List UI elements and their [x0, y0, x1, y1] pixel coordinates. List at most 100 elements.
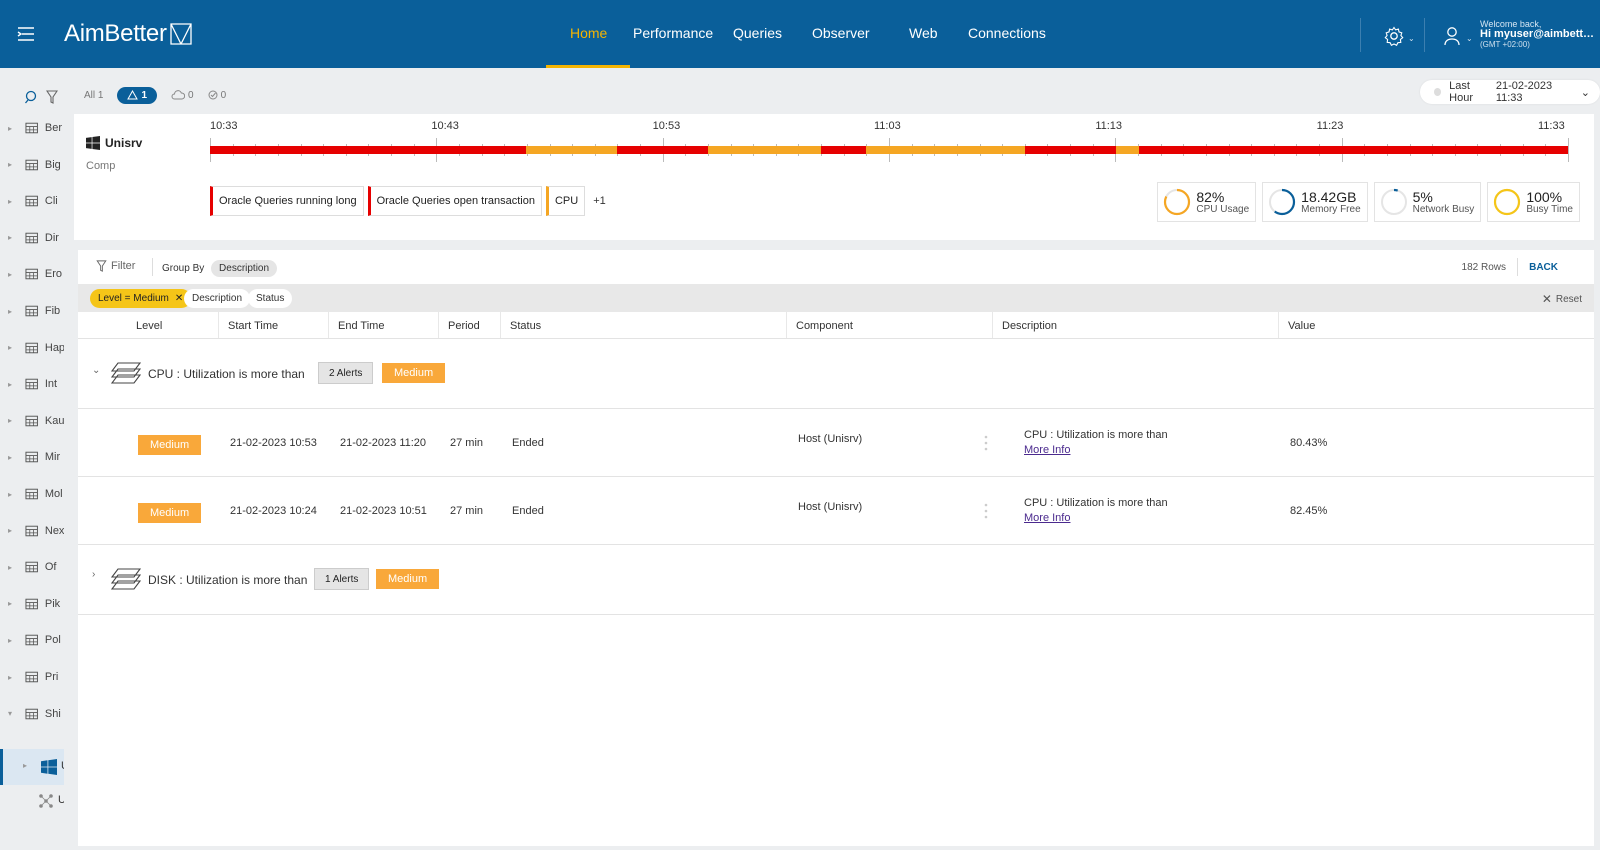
- sidebar-cluster-item[interactable]: U: [0, 787, 64, 817]
- sidebar-item[interactable]: ▸ Mol: [0, 482, 64, 506]
- timeline-segment-red[interactable]: [210, 146, 527, 154]
- sidebar-item[interactable]: ▸ Big: [0, 153, 64, 177]
- app-logo[interactable]: AimBetter: [64, 20, 192, 48]
- timeline-segment-orange[interactable]: [1115, 146, 1139, 154]
- timeline-segment-orange[interactable]: [526, 146, 618, 154]
- count-cloud[interactable]: 0: [171, 90, 194, 101]
- sidebar-item[interactable]: ▸ Cli: [0, 189, 64, 213]
- expand-arrow-icon[interactable]: ▸: [8, 490, 19, 499]
- tags-more[interactable]: +1: [593, 195, 606, 207]
- metric-card[interactable]: 5% Network Busy: [1373, 182, 1482, 222]
- sidebar-item[interactable]: ▸ Ero: [0, 262, 64, 286]
- nav-home[interactable]: Home: [570, 25, 607, 41]
- sidebar-item[interactable]: ▸ Pol: [0, 628, 64, 652]
- settings-chevron-icon[interactable]: ⌄: [1408, 34, 1415, 43]
- more-info-link[interactable]: More Info: [1024, 444, 1168, 456]
- collapse-arrow-icon[interactable]: ▾: [8, 709, 19, 718]
- search-icon[interactable]: [24, 90, 38, 104]
- table-row[interactable]: Medium 21-02-2023 10:24 21-02-2023 10:51…: [78, 477, 1594, 545]
- col-description[interactable]: Description: [1002, 320, 1057, 332]
- expand-arrow-icon[interactable]: ▸: [8, 233, 19, 242]
- sidebar-item[interactable]: ▸ Nex: [0, 519, 64, 543]
- metric-card[interactable]: 18.42GB Memory Free: [1262, 182, 1368, 222]
- expand-arrow-icon[interactable]: ▸: [8, 343, 19, 352]
- expand-arrow-icon[interactable]: ▸: [8, 124, 19, 133]
- expand-arrow-icon[interactable]: ▸: [8, 270, 19, 279]
- user-welcome[interactable]: Welcome back, Hi myuser@aimbetter... (GM…: [1480, 19, 1598, 49]
- tag-oracle-open-transaction[interactable]: Oracle Queries open transaction: [367, 186, 542, 216]
- tag-cpu[interactable]: CPU: [545, 186, 586, 216]
- expand-chevron-icon[interactable]: ›: [92, 569, 95, 580]
- user-chevron-icon[interactable]: ⌄: [1466, 34, 1473, 43]
- nav-web[interactable]: Web: [909, 25, 938, 41]
- expand-arrow-icon[interactable]: ▸: [8, 636, 19, 645]
- kebab-menu-icon[interactable]: [984, 503, 988, 519]
- alert-group-disk[interactable]: › DISK : Utilization is more than 1 Aler…: [78, 545, 1594, 615]
- metric-card[interactable]: 82% CPU Usage: [1157, 182, 1257, 222]
- expand-arrow-icon[interactable]: ▸: [23, 761, 27, 770]
- col-period[interactable]: Period: [448, 320, 480, 332]
- col-status[interactable]: Status: [510, 320, 541, 332]
- col-value[interactable]: Value: [1288, 320, 1315, 332]
- expand-arrow-icon[interactable]: ▸: [8, 599, 19, 608]
- kebab-menu-icon[interactable]: [984, 435, 988, 451]
- host-name[interactable]: Unisrv: [86, 136, 142, 150]
- col-component[interactable]: Component: [796, 320, 853, 332]
- expand-arrow-icon[interactable]: ▸: [8, 197, 19, 206]
- tag-oracle-running-long[interactable]: Oracle Queries running long: [210, 186, 364, 216]
- reset-filters-button[interactable]: ✕ Reset: [1542, 292, 1582, 306]
- status-timeline[interactable]: [210, 146, 1568, 154]
- group-by-chip[interactable]: Description: [211, 260, 278, 277]
- remove-filter-icon[interactable]: ✕: [175, 293, 183, 304]
- sidebar-selected-host[interactable]: ▸ U: [0, 749, 64, 785]
- expand-arrow-icon[interactable]: ▸: [8, 416, 19, 425]
- time-range-selector[interactable]: Last Hour 21-02-2023 11:33 ⌄: [1420, 80, 1600, 104]
- sidebar-item[interactable]: ▸ Pri: [0, 665, 64, 689]
- nav-queries[interactable]: Queries: [733, 25, 782, 41]
- sidebar-item[interactable]: ▸ Ber: [0, 116, 64, 140]
- back-button[interactable]: BACK: [1529, 262, 1558, 273]
- sidebar-item[interactable]: ▸ Kau: [0, 409, 64, 433]
- table-row[interactable]: Medium 21-02-2023 10:53 21-02-2023 11:20…: [78, 409, 1594, 477]
- count-all[interactable]: All 1: [84, 90, 103, 101]
- timeline-segment-red[interactable]: [1138, 146, 1568, 154]
- expand-arrow-icon[interactable]: ▸: [8, 380, 19, 389]
- expand-arrow-icon[interactable]: ▸: [8, 673, 19, 682]
- sidebar-item[interactable]: ▸ Fib: [0, 299, 64, 323]
- nav-performance[interactable]: Performance: [633, 25, 713, 41]
- nav-observer[interactable]: Observer: [812, 25, 870, 41]
- sidebar-item[interactable]: ▸ Hap: [0, 336, 64, 360]
- sidebar-item[interactable]: ▸ Pik: [0, 592, 64, 616]
- expand-arrow-icon[interactable]: ▸: [8, 453, 19, 462]
- col-level[interactable]: Level: [136, 320, 162, 332]
- sidebar-item[interactable]: ▸ Dir: [0, 226, 64, 250]
- timeline-segment-orange[interactable]: [708, 146, 822, 154]
- count-alerts[interactable]: 1: [117, 86, 158, 104]
- settings-gear-icon[interactable]: [1384, 26, 1404, 46]
- expand-arrow-icon[interactable]: ▸: [8, 307, 19, 316]
- user-icon[interactable]: [1444, 26, 1460, 46]
- timeline-segment-red[interactable]: [821, 146, 866, 154]
- alert-group-cpu[interactable]: ⌄ CPU : Utilization is more than 2 Alert…: [78, 339, 1594, 409]
- sidebar-item[interactable]: ▸ Of: [0, 555, 64, 579]
- timeline-segment-orange[interactable]: [865, 146, 1025, 154]
- filter-button[interactable]: Filter: [96, 260, 135, 272]
- count-check[interactable]: 0: [208, 90, 226, 101]
- filter-chip-description[interactable]: Description: [184, 289, 251, 308]
- timeline-segment-red[interactable]: [1024, 146, 1116, 154]
- col-start-time[interactable]: Start Time: [228, 320, 278, 332]
- filter-chip-level[interactable]: Level = Medium ✕: [90, 289, 192, 308]
- filter-chip-status[interactable]: Status: [248, 289, 293, 308]
- expand-arrow-icon[interactable]: ▸: [8, 160, 19, 169]
- sidebar-item[interactable]: ▸ Mir: [0, 445, 64, 469]
- sidebar-item[interactable]: ▸ Int: [0, 372, 64, 396]
- timeline-segment-red[interactable]: [617, 146, 709, 154]
- col-end-time[interactable]: End Time: [338, 320, 384, 332]
- expand-arrow-icon[interactable]: ▸: [8, 563, 19, 572]
- collapse-chevron-icon[interactable]: ⌄: [92, 365, 100, 376]
- more-info-link[interactable]: More Info: [1024, 512, 1168, 524]
- menu-toggle-icon[interactable]: [16, 24, 36, 44]
- nav-connections[interactable]: Connections: [968, 25, 1046, 41]
- filter-icon[interactable]: [46, 90, 58, 104]
- metric-card[interactable]: 100% Busy Time: [1487, 182, 1580, 222]
